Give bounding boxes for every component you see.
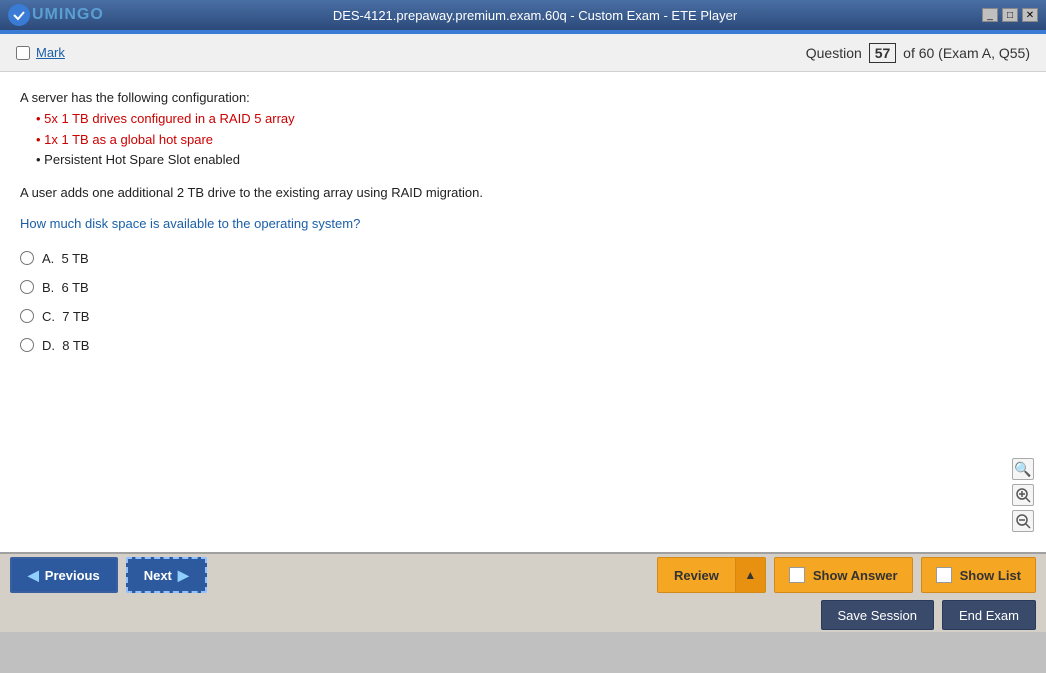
show-answer-label: Show Answer (813, 568, 898, 583)
next-arrow-icon: ▶ (178, 567, 189, 584)
show-answer-icon (789, 567, 805, 583)
question-of-text: of 60 (Exam A, Q55) (903, 45, 1030, 61)
zoom-controls: 🔍 (1012, 458, 1034, 532)
end-exam-button[interactable]: End Exam (942, 600, 1036, 630)
show-list-button[interactable]: Show List (921, 557, 1036, 593)
close-button[interactable]: ✕ (1022, 8, 1038, 22)
option-b-label[interactable]: B. 6 TB (42, 280, 89, 295)
show-list-label: Show List (960, 568, 1021, 583)
question-label: Question (806, 45, 862, 61)
question-prompt: How much disk space is available to the … (20, 216, 1026, 231)
option-c: C. 7 TB (20, 309, 1026, 324)
radio-c[interactable] (20, 309, 34, 323)
previous-arrow-icon: ◀ (28, 567, 39, 584)
save-session-button[interactable]: Save Session (821, 600, 935, 630)
answer-options: A. 5 TB B. 6 TB C. 7 TB D. 8 TB (20, 251, 1026, 353)
bottom-row2: Save Session End Exam (0, 597, 1046, 633)
show-list-icon (936, 567, 952, 583)
question-header: Mark Question 57 of 60 (Exam A, Q55) (0, 34, 1046, 72)
review-dropdown-icon[interactable]: ▲ (735, 558, 765, 592)
option-c-label[interactable]: C. 7 TB (42, 309, 89, 324)
option-d-label[interactable]: D. 8 TB (42, 338, 89, 353)
title-bar: UMINGO DES-4121.prepaway.premium.exam.60… (0, 0, 1046, 30)
question-intro: A server has the following configuration… (20, 88, 1026, 109)
question-number-display: Question 57 of 60 (Exam A, Q55) (806, 43, 1030, 63)
window-title: DES-4121.prepaway.premium.exam.60q - Cus… (88, 8, 982, 23)
question-text: A server has the following configuration… (20, 88, 1026, 204)
mark-checkbox[interactable] (16, 46, 30, 60)
previous-label: Previous (45, 568, 100, 583)
option-a: A. 5 TB (20, 251, 1026, 266)
question-number-box: 57 (869, 43, 897, 63)
option-a-label[interactable]: A. 5 TB (42, 251, 89, 266)
option-d: D. 8 TB (20, 338, 1026, 353)
review-label: Review (658, 558, 735, 592)
next-button[interactable]: Next ▶ (126, 557, 207, 593)
logo: UMINGO (8, 1, 88, 29)
radio-b[interactable] (20, 280, 34, 294)
radio-d[interactable] (20, 338, 34, 352)
bullet-item-1: 5x 1 TB drives configured in a RAID 5 ar… (36, 109, 1026, 130)
window-controls[interactable]: _ □ ✕ (982, 8, 1038, 22)
zoom-in-button[interactable] (1012, 484, 1034, 506)
option-b: B. 6 TB (20, 280, 1026, 295)
title-bar-left: UMINGO (8, 1, 88, 29)
main-content: A server has the following configuration… (0, 72, 1046, 552)
maximize-button[interactable]: □ (1002, 8, 1018, 22)
logo-icon (8, 4, 30, 26)
bullet-item-3: Persistent Hot Spare Slot enabled (36, 150, 1026, 171)
bullet-list: 5x 1 TB drives configured in a RAID 5 ar… (20, 109, 1026, 171)
mark-section: Mark (16, 45, 65, 60)
question-body: A user adds one additional 2 TB drive to… (20, 183, 1026, 204)
zoom-out-button[interactable] (1012, 510, 1034, 532)
previous-button[interactable]: ◀ Previous (10, 557, 118, 593)
review-button[interactable]: Review ▲ (657, 557, 766, 593)
bottom-row1: ◀ Previous Next ▶ Review ▲ Show Answer S… (0, 553, 1046, 597)
mark-label[interactable]: Mark (36, 45, 65, 60)
minimize-button[interactable]: _ (982, 8, 998, 22)
bullet-item-2: 1x 1 TB as a global hot spare (36, 130, 1026, 151)
radio-a[interactable] (20, 251, 34, 265)
show-answer-button[interactable]: Show Answer (774, 557, 913, 593)
next-label: Next (144, 568, 172, 583)
search-zoom-button[interactable]: 🔍 (1012, 458, 1034, 480)
bottom-bar: ◀ Previous Next ▶ Review ▲ Show Answer S… (0, 552, 1046, 632)
